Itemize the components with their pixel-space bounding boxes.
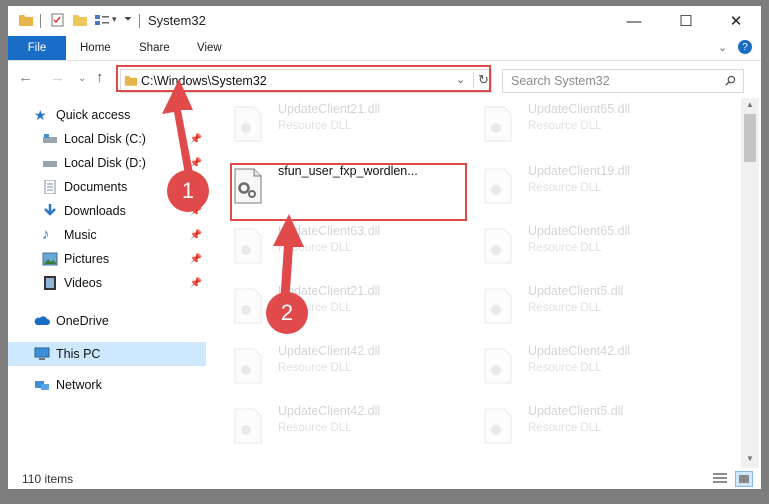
step-2-badge: 2 [266,292,308,334]
arrow-2 [273,214,304,304]
step-1-badge: 1 [167,170,209,212]
arrow-1 [162,79,194,180]
annotation-arrows [162,79,304,304]
explorer-window: ▾ ⏷ System32 — ☐ ✕ File Home Share View … [8,6,761,489]
